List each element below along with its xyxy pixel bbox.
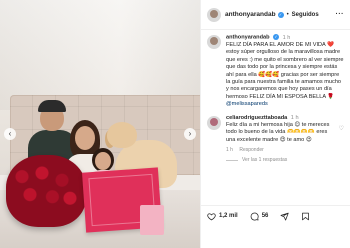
comment-like-heart-icon[interactable]: ♡ bbox=[339, 125, 344, 164]
post-photo: ‹ › bbox=[0, 0, 200, 248]
comment-item: celiarodriguezttaboada 1 h Feliz día a m… bbox=[207, 114, 344, 164]
comment-meta-time: 1 h bbox=[226, 147, 233, 154]
comment-button[interactable]: 56 bbox=[250, 211, 269, 221]
bookmark-icon bbox=[302, 212, 310, 220]
caption-username[interactable]: anthonyarandab bbox=[226, 35, 270, 41]
following-button[interactable]: Seguidos bbox=[292, 12, 319, 18]
author-username[interactable]: anthonyarandab bbox=[225, 11, 276, 18]
comment-time: 1 h bbox=[290, 114, 299, 121]
avatar[interactable] bbox=[207, 115, 221, 130]
comment-meta: 1 h Responder bbox=[226, 147, 335, 153]
view-replies-label[interactable]: Ver las 1 respuestas bbox=[242, 157, 287, 163]
comment-text: Feliz día a mi hermosa hija 😊 te mereces… bbox=[226, 121, 330, 143]
caption-text: FELIZ DÍA PARA EL AMOR DE MI VIDA ❤️ est… bbox=[226, 41, 344, 100]
share-button[interactable] bbox=[280, 212, 289, 221]
verified-badge-icon: ✓ bbox=[277, 11, 284, 18]
comment-icon bbox=[250, 212, 259, 220]
comment-username[interactable]: celiarodriguezttaboada bbox=[226, 115, 287, 121]
save-button[interactable] bbox=[301, 212, 310, 221]
caption-time: 1 h bbox=[282, 34, 291, 41]
avatar[interactable] bbox=[207, 7, 221, 22]
comments-list[interactable]: anthonyarandab ✓ 1 h FELIZ DÍA PARA EL A… bbox=[201, 30, 350, 198]
caption: anthonyarandab ✓ 1 h FELIZ DÍA PARA EL A… bbox=[207, 34, 344, 109]
mention-link[interactable]: @melissapareds bbox=[226, 101, 344, 108]
post-header: anthonyarandab ✓ • Seguidos ··· bbox=[201, 0, 350, 30]
next-photo-button[interactable]: › bbox=[184, 128, 196, 140]
comments-count: 56 bbox=[261, 213, 269, 219]
heart-icon bbox=[207, 212, 216, 220]
post-actions: 1,2 mil 56 bbox=[201, 205, 350, 221]
post-side-panel: anthonyarandab ✓ • Seguidos ··· anthonya… bbox=[200, 0, 350, 248]
separator-dot: • bbox=[286, 11, 289, 18]
reply-button[interactable]: Responder bbox=[239, 147, 263, 153]
gift-bag bbox=[140, 205, 164, 235]
verified-badge-icon: ✓ bbox=[273, 34, 280, 40]
more-options-icon[interactable]: ··· bbox=[336, 11, 345, 18]
wall bbox=[0, 0, 200, 110]
likes-count: 1,2 mil bbox=[219, 213, 238, 219]
replies-line bbox=[226, 159, 238, 161]
avatar[interactable] bbox=[207, 35, 221, 49]
previous-photo-button[interactable]: ‹ bbox=[4, 128, 16, 140]
view-replies-button[interactable]: Ver las 1 respuestas bbox=[226, 157, 335, 163]
rose-bouquet bbox=[6, 155, 86, 227]
like-button[interactable]: 1,2 mil bbox=[207, 211, 238, 221]
share-icon bbox=[280, 212, 289, 220]
